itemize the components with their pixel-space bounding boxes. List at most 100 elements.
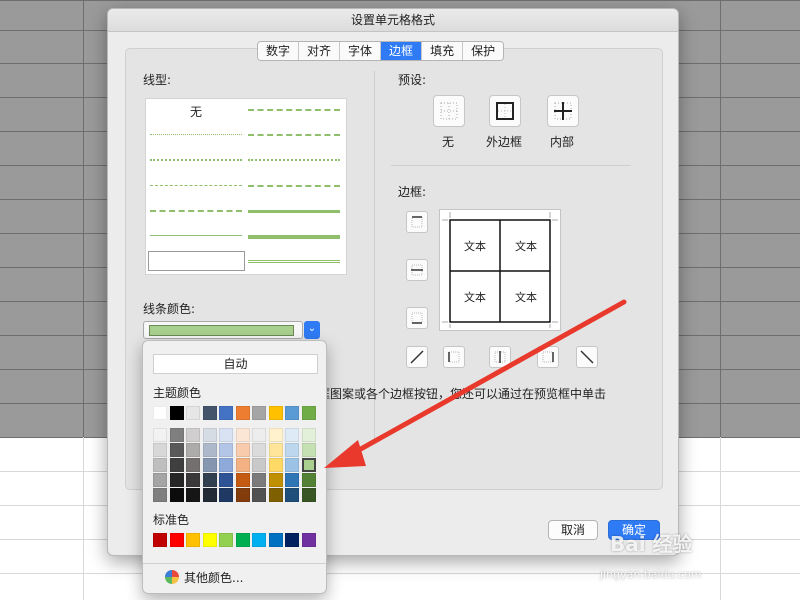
- theme-shade-swatch[interactable]: [301, 428, 316, 442]
- standard-color-swatch[interactable]: [285, 533, 299, 547]
- more-colors-button[interactable]: 其他颜色...: [184, 569, 243, 586]
- theme-shade-swatch[interactable]: [268, 458, 283, 472]
- border-diagonal-up-button[interactable]: [406, 346, 428, 368]
- theme-shade-swatch[interactable]: [219, 443, 233, 457]
- theme-shade-swatch[interactable]: [169, 458, 184, 472]
- line-style-option-selected[interactable]: [148, 251, 245, 271]
- selected-color-swatch[interactable]: [301, 458, 316, 472]
- theme-shade-swatch[interactable]: [235, 473, 250, 487]
- tab-font[interactable]: 字体: [340, 42, 382, 60]
- theme-shade-swatch[interactable]: [219, 488, 233, 502]
- theme-shade-swatch[interactable]: [219, 428, 233, 442]
- border-right-button[interactable]: [537, 346, 559, 368]
- line-style-option[interactable]: [248, 235, 340, 239]
- line-style-option[interactable]: [248, 210, 340, 213]
- theme-shade-swatch[interactable]: [153, 473, 167, 487]
- border-middle-vertical-button[interactable]: [489, 346, 511, 368]
- tab-protection[interactable]: 保护: [463, 42, 504, 60]
- line-style-option[interactable]: [248, 109, 340, 111]
- line-style-option[interactable]: [150, 134, 242, 135]
- line-style-option[interactable]: [150, 159, 242, 161]
- tab-fill[interactable]: 填充: [422, 42, 464, 60]
- color-dropdown-button[interactable]: ⌄: [304, 321, 320, 339]
- line-style-option[interactable]: [150, 185, 242, 186]
- theme-shade-swatch[interactable]: [153, 428, 167, 442]
- border-middle-horizontal-button[interactable]: [406, 259, 428, 281]
- theme-color-swatch[interactable]: [186, 406, 200, 420]
- theme-shade-swatch[interactable]: [186, 458, 200, 472]
- theme-color-swatch[interactable]: [235, 406, 250, 420]
- standard-color-swatch[interactable]: [235, 533, 250, 547]
- theme-shade-swatch[interactable]: [285, 473, 299, 487]
- theme-color-swatch[interactable]: [285, 406, 299, 420]
- theme-shade-swatch[interactable]: [252, 473, 266, 487]
- line-style-option[interactable]: [150, 210, 242, 212]
- theme-shade-swatch[interactable]: [285, 428, 299, 442]
- theme-shade-swatch[interactable]: [169, 473, 184, 487]
- theme-color-swatch[interactable]: [153, 406, 167, 420]
- theme-shade-swatch[interactable]: [202, 443, 217, 457]
- theme-shade-swatch[interactable]: [268, 443, 283, 457]
- theme-shade-swatch[interactable]: [285, 458, 299, 472]
- theme-shade-swatch[interactable]: [301, 488, 316, 502]
- theme-shade-swatch[interactable]: [169, 443, 184, 457]
- preset-outline-button[interactable]: [489, 95, 521, 127]
- theme-shade-swatch[interactable]: [153, 488, 167, 502]
- theme-shade-swatch[interactable]: [186, 473, 200, 487]
- standard-color-swatch[interactable]: [268, 533, 283, 547]
- border-diagonal-down-button[interactable]: [576, 346, 598, 368]
- line-style-option[interactable]: [248, 134, 340, 136]
- theme-shade-swatch[interactable]: [169, 428, 184, 442]
- preset-inside-button[interactable]: [547, 95, 579, 127]
- theme-color-swatch[interactable]: [219, 406, 233, 420]
- theme-shade-swatch[interactable]: [252, 488, 266, 502]
- theme-shade-swatch[interactable]: [153, 458, 167, 472]
- theme-shade-swatch[interactable]: [235, 428, 250, 442]
- theme-shade-swatch[interactable]: [252, 458, 266, 472]
- theme-color-swatch[interactable]: [169, 406, 184, 420]
- theme-color-swatch[interactable]: [252, 406, 266, 420]
- standard-color-swatch[interactable]: [301, 533, 316, 547]
- border-left-button[interactable]: [443, 346, 465, 368]
- standard-color-swatch[interactable]: [169, 533, 184, 547]
- tab-border[interactable]: 边框: [381, 42, 423, 60]
- theme-shade-swatch[interactable]: [186, 428, 200, 442]
- tab-number[interactable]: 数字: [258, 42, 300, 60]
- theme-shade-swatch[interactable]: [219, 473, 233, 487]
- theme-shade-swatch[interactable]: [169, 488, 184, 502]
- standard-color-swatch[interactable]: [252, 533, 266, 547]
- theme-shade-swatch[interactable]: [268, 473, 283, 487]
- standard-color-swatch[interactable]: [219, 533, 233, 547]
- automatic-color-button[interactable]: 自动: [153, 354, 318, 374]
- theme-shade-swatch[interactable]: [235, 443, 250, 457]
- theme-shade-swatch[interactable]: [301, 473, 316, 487]
- theme-shade-swatch[interactable]: [285, 443, 299, 457]
- theme-shade-swatch[interactable]: [202, 473, 217, 487]
- theme-shade-swatch[interactable]: [202, 428, 217, 442]
- theme-shade-swatch[interactable]: [285, 488, 299, 502]
- theme-shade-swatch[interactable]: [202, 488, 217, 502]
- theme-color-swatch[interactable]: [301, 406, 316, 420]
- theme-shade-swatch[interactable]: [186, 443, 200, 457]
- border-preview[interactable]: 文本 文本 文本 文本: [439, 209, 561, 331]
- theme-color-swatch[interactable]: [202, 406, 217, 420]
- theme-color-swatch[interactable]: [268, 406, 283, 420]
- theme-shade-swatch[interactable]: [301, 443, 316, 457]
- border-top-button[interactable]: [406, 211, 428, 233]
- standard-color-swatch[interactable]: [186, 533, 200, 547]
- standard-color-swatch[interactable]: [202, 533, 217, 547]
- theme-shade-swatch[interactable]: [219, 458, 233, 472]
- standard-color-swatch[interactable]: [153, 533, 167, 547]
- line-style-option[interactable]: [248, 159, 340, 161]
- border-bottom-button[interactable]: [406, 307, 428, 329]
- line-style-option[interactable]: [248, 185, 340, 187]
- line-style-option[interactable]: [150, 235, 242, 236]
- theme-shade-swatch[interactable]: [202, 458, 217, 472]
- preset-none-button[interactable]: [433, 95, 465, 127]
- theme-shade-swatch[interactable]: [186, 488, 200, 502]
- theme-shade-swatch[interactable]: [268, 428, 283, 442]
- line-style-none[interactable]: 无: [190, 103, 202, 120]
- theme-shade-swatch[interactable]: [235, 458, 250, 472]
- theme-shade-swatch[interactable]: [153, 443, 167, 457]
- line-color-selector[interactable]: [143, 321, 303, 339]
